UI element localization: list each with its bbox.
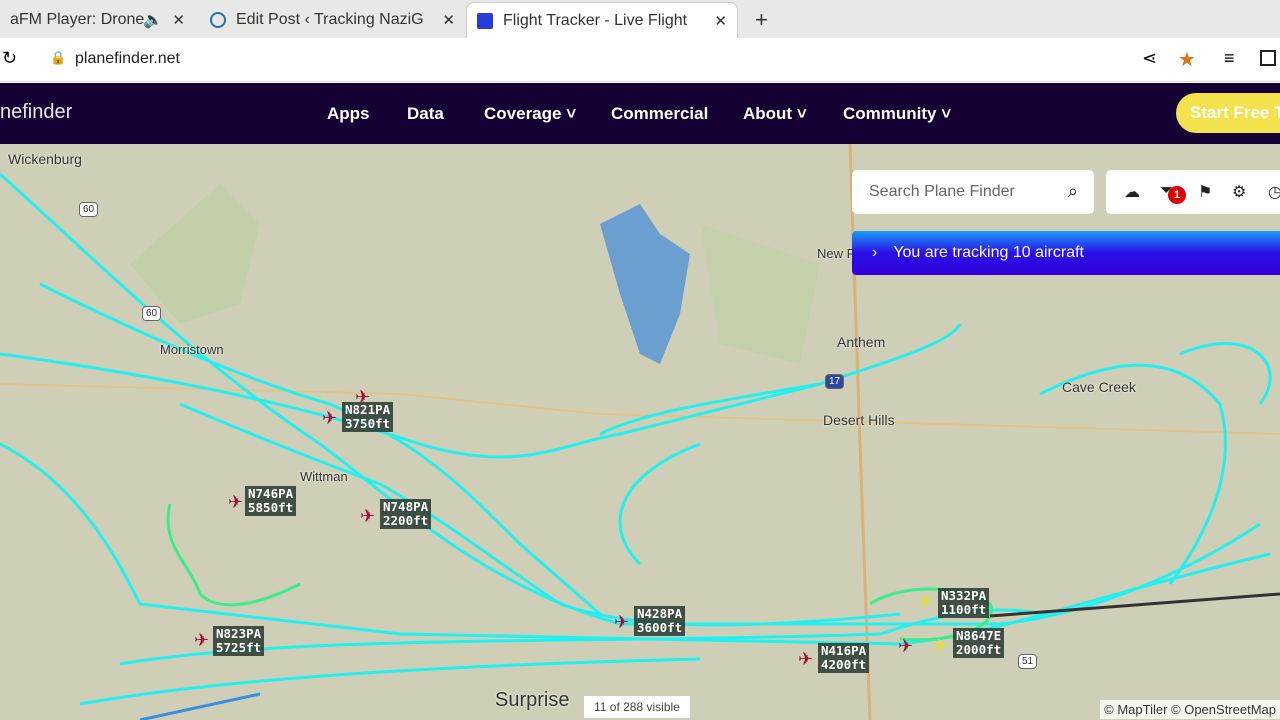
reload-icon[interactable]: ↻ <box>2 48 17 69</box>
map-toolbar: ☁ ⏷ ⚑ ⚙ ◷ <box>1106 170 1280 214</box>
nav-about[interactable]: About ˅ <box>743 104 807 124</box>
place-surprise: Surprise <box>495 689 570 711</box>
tab-flight-tracker[interactable]: Flight Tracker - Live Flight ✕ <box>466 2 738 38</box>
aircraft-reg: N746PA <box>248 486 294 501</box>
aircraft-icon[interactable]: ✈ <box>933 636 948 657</box>
aircraft-altitude: 2200ft <box>383 513 429 528</box>
place-wittmann: Wittman <box>300 469 348 484</box>
aircraft-reg: N416PA <box>821 643 867 658</box>
aircraft-altitude: 4200ft <box>821 657 867 672</box>
search-input[interactable]: Search Plane Finder ⌕ <box>852 170 1094 214</box>
browser-tab-bar: aFM Player: Drone 🔈 ✕ Edit Post ‹ Tracking… <box>0 0 1280 38</box>
aircraft-reg: N823PA <box>216 626 262 641</box>
aircraft-altitude: 3600ft <box>637 620 683 635</box>
aircraft-reg: N748PA <box>383 499 429 514</box>
start-free-trial-button[interactable]: Start Free Tr <box>1176 93 1280 133</box>
route-shield: 60 <box>142 306 162 321</box>
aircraft-icon[interactable]: ✈ <box>194 630 209 651</box>
place-wickenburg: Wickenburg <box>8 151 82 167</box>
tab-title: Edit Post ‹ Tracking NaziG <box>236 11 424 28</box>
cloud-weather-icon[interactable]: ☁ <box>1124 182 1140 202</box>
bookmark-star-icon[interactable]: ★ <box>1178 47 1196 72</box>
aircraft-icon[interactable]: ✈ <box>898 636 913 657</box>
park-area <box>130 184 260 324</box>
tab-title: Flight Tracker - Live Flight <box>503 11 688 29</box>
park-area <box>700 224 820 364</box>
tracking-text: You are tracking 10 aircraft <box>893 244 1084 261</box>
aircraft-altitude: 3750ft <box>345 416 391 431</box>
aircraft-label-n332pa[interactable]: N332PA 1100ft <box>938 588 990 618</box>
speaker-icon: 🔈 <box>143 12 163 29</box>
place-desert-hills: Desert Hills <box>823 412 895 428</box>
aircraft-reg: N8647E <box>956 628 1002 643</box>
tab-radio-player[interactable]: aFM Player: Drone 🔈 ✕ <box>0 2 195 38</box>
aircraft-label-n428pa[interactable]: N428PA 3600ft <box>634 606 686 636</box>
aircraft-label-n8647e[interactable]: N8647E 2000ft <box>953 628 1005 658</box>
aircraft-altitude: 5850ft <box>248 500 294 515</box>
nav-coverage[interactable]: Coverage ˅ <box>484 104 576 124</box>
close-tab-icon[interactable]: ✕ <box>442 11 455 29</box>
place-cave-creek: Cave Creek <box>1062 379 1136 395</box>
url-input[interactable]: planefinder.net <box>75 50 180 68</box>
planefinder-logo[interactable]: nefinder <box>0 101 72 124</box>
site-navigation: nefinder Apps Data Coverage ˅ Commercial… <box>0 83 1280 144</box>
chevron-right-icon: › <box>872 244 878 261</box>
aircraft-icon[interactable]: ✈ <box>614 612 629 633</box>
gear-icon[interactable]: ⚙ <box>1232 182 1246 202</box>
tab-title: aFM Player: Drone <box>10 11 145 28</box>
place-anthem: Anthem <box>837 334 886 350</box>
planefinder-icon <box>477 12 493 29</box>
history-icon[interactable]: ◷ <box>1268 182 1280 202</box>
reading-list-icon[interactable]: ≡ <box>1224 48 1235 69</box>
nav-commercial[interactable]: Commercial <box>611 104 708 124</box>
aircraft-label-n746pa[interactable]: N746PA 5850ft <box>245 486 297 516</box>
visible-count: 11 of 288 visible <box>584 696 690 718</box>
flight-track-blue <box>139 692 261 720</box>
aircraft-altitude: 5725ft <box>216 640 262 655</box>
lock-icon: 🔒 <box>50 50 67 65</box>
route-shield: 51 <box>1018 654 1038 669</box>
flight-track-dark <box>989 592 1280 618</box>
aircraft-icon[interactable]: ✈ <box>355 387 370 408</box>
search-placeholder: Search Plane Finder <box>869 183 1015 200</box>
close-tab-icon[interactable]: ✕ <box>172 11 185 29</box>
tab-edit-post[interactable]: Edit Post ‹ Tracking NaziG ✕ <box>200 2 465 38</box>
side-panel-icon[interactable] <box>1260 50 1276 66</box>
aircraft-icon[interactable]: ✈ <box>798 649 813 670</box>
search-icon[interactable]: ⌕ <box>1068 181 1078 202</box>
aircraft-label-n823pa[interactable]: N823PA 5725ft <box>213 626 265 656</box>
aircraft-icon[interactable]: ✈ <box>918 592 933 613</box>
flight-map[interactable]: Wickenburg Morristown Wittman New R Anth… <box>0 144 1280 720</box>
aircraft-reg: N332PA <box>941 588 987 603</box>
lake <box>600 204 690 364</box>
aircraft-icon[interactable]: ✈ <box>228 492 243 513</box>
place-new-river: New R <box>817 246 857 261</box>
wordpress-icon <box>210 12 226 28</box>
aircraft-label-n748pa[interactable]: N748PA 2200ft <box>380 499 432 529</box>
aircraft-icon[interactable]: ✈ <box>322 408 337 429</box>
aircraft-reg: N428PA <box>637 606 683 621</box>
nav-apps[interactable]: Apps <box>327 104 370 124</box>
aircraft-label-n416pa[interactable]: N416PA 4200ft <box>818 643 870 673</box>
tracking-banner[interactable]: › You are tracking 10 aircraft <box>852 231 1280 275</box>
route-shield: 60 <box>79 202 99 217</box>
close-tab-icon[interactable]: ✕ <box>714 12 727 30</box>
address-bar: ↻ 🔒 planefinder.net ⋖ ★ ≡ <box>0 38 1280 82</box>
share-icon[interactable]: ⋖ <box>1142 48 1157 69</box>
nav-data[interactable]: Data <box>407 104 444 124</box>
new-tab-button[interactable]: + <box>745 2 778 38</box>
aircraft-altitude: 2000ft <box>956 642 1002 657</box>
interstate-shield: 17 <box>825 374 845 389</box>
place-morristown: Morristown <box>160 342 224 357</box>
aircraft-icon[interactable]: ✈ <box>360 506 375 527</box>
flight-tracks-green <box>166 503 993 642</box>
nav-community[interactable]: Community ˅ <box>843 104 951 124</box>
bookmark-icon[interactable]: ⚑ <box>1198 182 1212 202</box>
aircraft-altitude: 1100ft <box>941 602 987 617</box>
filter-count-badge: 1 <box>1168 186 1186 204</box>
map-attribution[interactable]: © MapTiler © OpenStreetMap <box>1100 700 1280 719</box>
